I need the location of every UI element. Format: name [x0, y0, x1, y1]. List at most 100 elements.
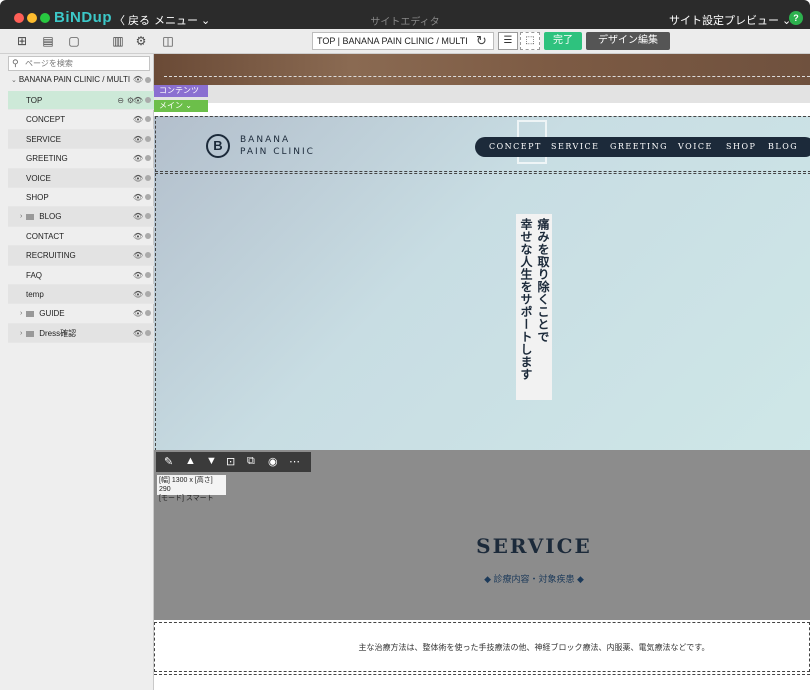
status-dot[interactable] — [145, 310, 151, 317]
sidebar-item-recruiting[interactable]: RECRUITING 👁 — [8, 246, 154, 266]
nav-link-greeting[interactable]: GREETING — [610, 137, 668, 157]
sidebar-item-guide[interactable]: › GUIDE 👁 — [8, 304, 154, 324]
chevron-right-icon[interactable]: › — [20, 304, 22, 323]
service-heading[interactable]: SERVICE — [154, 534, 810, 558]
status-dot[interactable] — [145, 174, 151, 181]
header-image-block[interactable] — [154, 54, 810, 86]
sidebar-item-label: FAQ — [26, 270, 43, 280]
brand-line-1: BANANA — [240, 135, 291, 145]
design-edit-button[interactable]: デザイン編集 — [586, 32, 670, 50]
status-dot[interactable] — [145, 77, 151, 83]
status-dot[interactable] — [145, 97, 151, 103]
sidebar-item-shop[interactable]: SHOP 👁 — [8, 188, 154, 208]
move-up-icon[interactable]: ▲ — [185, 455, 196, 467]
status-dot[interactable] — [145, 252, 151, 259]
site-root-label: BANANA PAIN CLINIC / MULTI — [18, 75, 131, 84]
eye-icon[interactable]: 👁 — [133, 207, 143, 226]
sidebar-item-service[interactable]: SERVICE 👁 — [8, 129, 154, 150]
brand-line-2: PAIN CLINIC — [240, 147, 315, 157]
eye-icon[interactable]: 👁 — [133, 227, 143, 246]
eye-icon[interactable]: 👁 — [133, 91, 143, 110]
sidebar-toggle-icon[interactable]: ◫ — [160, 34, 176, 48]
eye-icon[interactable]: 👁 — [133, 324, 143, 343]
eye-icon[interactable]: 👁 — [133, 169, 143, 188]
chevron-right-icon[interactable]: › — [20, 324, 22, 343]
remove-icon[interactable]: ⊖ — [117, 91, 124, 110]
status-dot[interactable] — [145, 135, 151, 142]
service-subheading[interactable]: ◆ 診療内容・対象疾患 ◆ — [154, 572, 810, 585]
gear-icon[interactable]: ⚙ — [133, 34, 149, 48]
done-button[interactable]: 完了 — [544, 32, 582, 50]
block-edit-toolbar: ✎ ▲ ▼ ⊡ ⧉ ◉ ⋯ — [156, 452, 311, 472]
eye-icon[interactable]: 👁 — [133, 304, 143, 323]
main-area-tag[interactable]: メイン ⌄ — [154, 100, 208, 112]
eye-icon[interactable]: 👁 — [133, 72, 143, 87]
page-settings-icon[interactable]: ▤ — [40, 34, 56, 48]
analytics-icon[interactable]: ▥ — [110, 34, 126, 48]
list-view-button[interactable]: ☰ — [498, 32, 518, 50]
sidebar-item-label: temp — [26, 289, 44, 299]
contents-area-tag[interactable]: コンテンツ — [154, 85, 208, 97]
brand-name[interactable]: BANANA PAIN CLINIC — [240, 134, 315, 158]
search-input[interactable]: ⚲ ページを検索 — [8, 56, 150, 71]
nav-link-voice[interactable]: VOICE — [678, 137, 713, 157]
eye-icon[interactable]: 👁 — [133, 130, 143, 149]
site-settings-button[interactable]: サイト設定 — [669, 12, 724, 28]
sidebar-item-greeting[interactable]: GREETING 👁 — [8, 149, 154, 169]
sidebar-item-contact[interactable]: CONTACT 👁 — [8, 227, 154, 247]
sidebar-item-temp[interactable]: temp 👁 — [8, 284, 154, 305]
eye-icon[interactable]: 👁 — [133, 246, 143, 265]
service-description[interactable]: 主な治療方法は、整体術を使った手技療法の他、神経ブロック療法、内服薬、電気療法な… — [154, 642, 810, 653]
status-dot[interactable] — [145, 193, 151, 200]
eye-icon[interactable]: 👁 — [133, 149, 143, 168]
sidebar-item-label: SERVICE — [26, 134, 61, 144]
eye-icon[interactable]: 👁 — [133, 266, 143, 285]
add-block-icon[interactable]: ⊡ — [226, 455, 235, 468]
block-size-line-2: [モード] スマート — [159, 495, 214, 502]
sidebar-item-voice[interactable]: VOICE 👁 — [8, 168, 154, 188]
eye-icon[interactable]: 👁 — [133, 188, 143, 207]
nav-link-blog[interactable]: BLOG — [768, 137, 798, 157]
help-icon[interactable]: ? — [789, 11, 803, 25]
nav-link-shop[interactable]: SHOP — [726, 137, 756, 157]
status-dot[interactable] — [145, 213, 151, 220]
hero-catchcopy[interactable]: 痛みを取り除くことで 幸せな人生をサポートします — [516, 214, 552, 400]
sidebar-item-dress[interactable]: › Dress確認 👁 — [8, 323, 154, 344]
more-icon[interactable]: ⋯ — [289, 455, 300, 468]
status-dot[interactable] — [145, 290, 151, 297]
brand-logo-icon[interactable]: B — [206, 134, 230, 158]
refresh-icon[interactable]: ↻ — [476, 33, 487, 49]
status-dot[interactable] — [145, 329, 151, 336]
block-size-label: [幅] 1300 x [高さ] 290 [モード] スマート — [157, 475, 226, 502]
select-view-button[interactable]: ⬚ — [520, 32, 540, 50]
sidebar-item-label: CONTACT — [26, 231, 65, 241]
duplicate-icon[interactable]: ⧉ — [247, 455, 255, 468]
eye-icon[interactable]: 👁 — [133, 110, 143, 129]
sidebar-item-top[interactable]: TOP ⊖ ⚙ 👁 — [8, 91, 154, 111]
preview-button[interactable]: プレビュー ⌄ — [724, 12, 791, 28]
sidebar-item-faq[interactable]: FAQ 👁 — [8, 266, 154, 285]
nav-link-concept[interactable]: CONCEPT — [489, 137, 542, 157]
eye-icon[interactable]: ◉ — [268, 455, 278, 468]
page-template-icon[interactable]: ▢ — [66, 34, 82, 48]
site-nav: CONCEPT SERVICE GREETING VOICE SHOP BLOG — [475, 137, 810, 157]
sidebar-item-label: CONCEPT — [26, 115, 66, 125]
add-page-icon[interactable]: ⊞ — [14, 34, 30, 48]
move-down-icon[interactable]: ▼ — [206, 455, 217, 467]
status-dot[interactable] — [145, 116, 151, 123]
sidebar-item-concept[interactable]: CONCEPT 👁 — [8, 110, 154, 130]
chevron-right-icon[interactable]: › — [20, 207, 22, 226]
pencil-icon[interactable]: ✎ — [164, 455, 173, 468]
sidebar-item-blog[interactable]: › BLOG 👁 — [8, 207, 154, 227]
folder-icon — [26, 214, 34, 221]
eye-icon[interactable]: 👁 — [133, 285, 143, 304]
url-field[interactable]: TOP | BANANA PAIN CLINIC / MULTI — [312, 32, 494, 50]
nav-link-service[interactable]: SERVICE — [551, 137, 599, 157]
sidebar-item-label: TOP — [26, 96, 43, 105]
status-dot[interactable] — [145, 232, 151, 239]
status-dot[interactable] — [145, 155, 151, 162]
site-root-item[interactable]: ⌄ BANANA PAIN CLINIC / MULTI 👁 — [0, 72, 154, 87]
catchcopy-line-1: 痛みを取り除くことで — [536, 218, 550, 343]
next-block-outline[interactable] — [154, 674, 810, 690]
status-dot[interactable] — [145, 271, 151, 278]
